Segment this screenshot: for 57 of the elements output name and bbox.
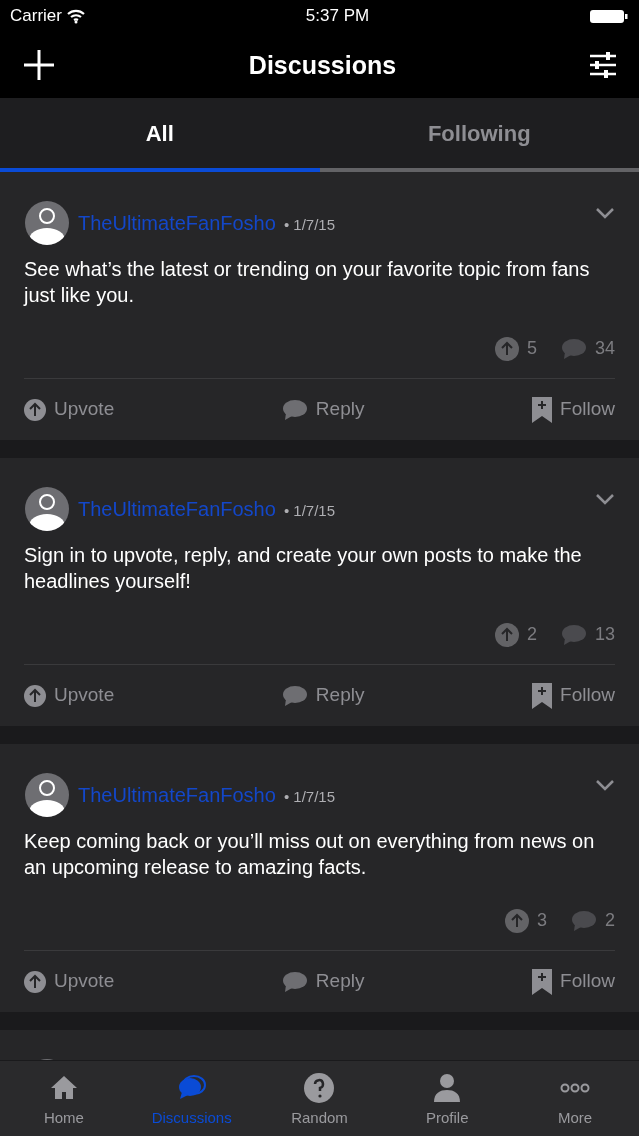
screen-title: Discussions — [248, 50, 397, 80]
carrier-name: Carrier — [10, 5, 62, 28]
reply-button[interactable]: Reply — [281, 395, 365, 424]
reply-count: 34 — [594, 337, 615, 360]
upvote-button[interactable]: Upvote — [24, 681, 115, 710]
post-date: • 1/7/15 — [283, 214, 335, 235]
post-text: Sign in to upvote, reply, and create your own posts to make the headlines yourself! — [24, 543, 583, 594]
upvote-icon — [504, 908, 529, 933]
wifi-icon — [65, 8, 86, 24]
reply-button[interactable]: Reply — [281, 681, 365, 710]
upvote-icon — [24, 970, 46, 993]
add-button[interactable] — [22, 48, 56, 82]
speech-bubble-icon — [281, 398, 308, 421]
post-date: • 1/7/15 — [283, 786, 335, 807]
upvote-button[interactable]: Upvote — [24, 967, 115, 996]
avatar-icon — [24, 486, 70, 532]
upvote-count: 5 — [526, 337, 537, 360]
filter-settings-button[interactable] — [589, 51, 617, 79]
battery-icon — [589, 8, 629, 24]
upvote-icon — [494, 622, 519, 647]
reply-button[interactable]: Reply — [281, 967, 365, 996]
upvote-icon — [24, 398, 46, 421]
reply-count: 2 — [605, 909, 615, 932]
tab-bar-label: More — [558, 1108, 593, 1128]
speech-bubble-icon — [281, 970, 308, 993]
avatar-icon — [24, 200, 70, 246]
person-icon — [432, 1073, 463, 1103]
tab-bar-item[interactable]: Home — [0, 1061, 128, 1136]
comment-icon — [571, 909, 597, 932]
upvote-count: 2 — [526, 623, 537, 646]
tab-bar-label: Discussions — [151, 1108, 232, 1128]
comment-icon — [560, 337, 587, 360]
status-time: 5:37 PM — [305, 5, 370, 28]
bookmark-icon — [532, 682, 553, 709]
avatar-icon — [24, 772, 70, 818]
reply-count: 13 — [594, 623, 615, 646]
speech-bubble-icon — [281, 684, 308, 707]
upvote-count: 3 — [536, 909, 547, 932]
tab-bar-item[interactable]: More — [511, 1061, 639, 1136]
tab-bar-label: Profile — [426, 1108, 469, 1128]
post-text: Keep coming back or you’ll miss out on everything from news on an upcoming release to amazing facts. — [24, 829, 596, 880]
comment-icon — [560, 623, 587, 646]
bookmark-icon — [532, 968, 553, 995]
upvote-icon — [24, 684, 46, 707]
post-text: See what’s the latest or trending on your favorite topic from fans just like you. — [24, 257, 591, 308]
bookmark-icon — [532, 396, 553, 423]
follow-button[interactable]: Follow — [532, 681, 615, 710]
tab-bar-item[interactable]: Random — [255, 1061, 384, 1136]
tab-bar-item[interactable]: Profile — [383, 1061, 512, 1136]
upvote-button[interactable]: Upvote — [24, 395, 115, 424]
question-icon — [304, 1073, 335, 1103]
follow-button[interactable]: Follow — [532, 395, 615, 424]
tab-bar-label: Random — [291, 1108, 348, 1128]
follow-button[interactable]: Follow — [532, 967, 615, 996]
post-date: • 1/7/15 — [283, 500, 335, 521]
upvote-icon — [494, 336, 519, 361]
tab-bar-label: Home — [43, 1108, 84, 1128]
